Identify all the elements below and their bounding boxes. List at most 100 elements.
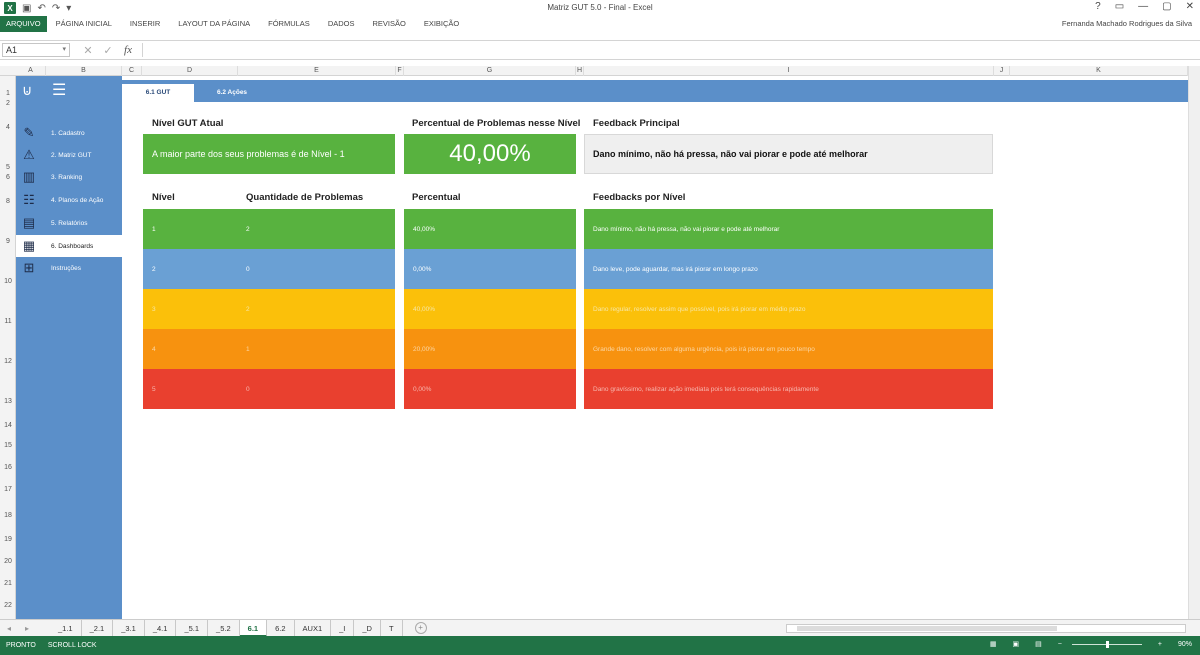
sidebar-item-ranking[interactable]: ▥ 3. Ranking (16, 167, 122, 187)
sheet-tab[interactable]: _5.2 (208, 619, 240, 637)
tab-revisao[interactable]: REVISÃO (363, 16, 414, 32)
row-header-item[interactable]: 17 (0, 486, 16, 493)
normal-view-icon[interactable]: ▦ (990, 640, 997, 648)
sidebar-item-instrucoes[interactable]: ⊞ Instruções (16, 258, 122, 278)
scroll-thumb[interactable] (797, 626, 1057, 631)
cell-quantidade[interactable]: 0 (237, 249, 395, 289)
save-icon[interactable]: ▣ (22, 3, 31, 14)
column-header-j[interactable]: J (994, 66, 1010, 76)
row-header-item[interactable]: 12 (0, 358, 16, 365)
row-header-item[interactable]: 4 (0, 124, 16, 131)
sheet-tab[interactable]: _1.1 (50, 619, 82, 637)
sheet-tab[interactable]: _4.1 (145, 619, 177, 637)
row-header-item[interactable]: 15 (0, 442, 16, 449)
row-header-item[interactable]: 5 (0, 164, 16, 171)
row-header-item[interactable]: 14 (0, 422, 16, 429)
cell-feedback[interactable]: Dano mínimo, não há pressa, não vai pior… (584, 209, 993, 249)
zoom-in-icon[interactable]: + (1158, 641, 1162, 648)
row-header-item[interactable]: 13 (0, 398, 16, 405)
row-header-item[interactable]: 9 (0, 238, 16, 245)
row-header-item[interactable]: 6 (0, 174, 16, 181)
row-header-item[interactable]: 16 (0, 464, 16, 471)
tab-pagina-inicial[interactable]: PÁGINA INICIAL (47, 16, 121, 32)
enter-icon[interactable]: ✓ (98, 44, 118, 57)
tab-exibicao[interactable]: EXIBIÇÃO (415, 16, 468, 32)
insert-function-icon[interactable]: fx (118, 44, 138, 56)
tab-6-2-acoes[interactable]: 6.2 Ações (196, 84, 268, 102)
column-header-k[interactable]: K (1010, 66, 1188, 76)
sheet-tab[interactable]: _5.1 (176, 619, 209, 637)
tab-arquivo[interactable]: ARQUIVO (0, 16, 47, 32)
zoom-out-icon[interactable]: − (1058, 641, 1062, 648)
cell-quantidade[interactable]: 2 (237, 209, 395, 249)
row-header-item[interactable]: 10 (0, 278, 16, 285)
redo-icon[interactable]: ↷ (52, 3, 60, 14)
sheet-tab[interactable]: _2.1 (82, 619, 114, 637)
sheet-tab[interactable]: AUX1 (295, 619, 332, 637)
sidebar-item-matriz-gut[interactable]: ⚠ 2. Matriz GUT (16, 145, 122, 165)
sheet-tab[interactable]: 6.2 (267, 619, 295, 637)
cancel-icon[interactable]: ✕ (78, 44, 98, 57)
zoom-slider[interactable] (1071, 640, 1142, 648)
tab-dados[interactable]: DADOS (319, 16, 364, 32)
cell-percentual[interactable]: 40,00% (404, 289, 576, 329)
row-header-item[interactable]: 19 (0, 536, 16, 543)
user-name[interactable]: Fernanda Machado Rodrigues da Silva (1062, 19, 1192, 28)
minimize-button[interactable]: — (1138, 1, 1148, 12)
sheet-tab[interactable]: _I (331, 619, 355, 637)
undo-icon[interactable]: ↶ (37, 3, 45, 14)
cell-nivel[interactable]: 1 (143, 209, 237, 249)
cell-quantidade[interactable]: 1 (237, 329, 395, 369)
restore-button[interactable]: ▢ (1162, 1, 1171, 12)
cell-nivel[interactable]: 3 (143, 289, 237, 329)
formula-input[interactable] (142, 43, 1200, 57)
row-header-item[interactable]: 21 (0, 580, 16, 587)
cell-feedback[interactable]: Dano regular, resolver assim que possíve… (584, 289, 993, 329)
tab-6-1-gut[interactable]: 6.1 GUT (122, 84, 194, 102)
cell-nivel[interactable]: 2 (143, 249, 237, 289)
row-header-item[interactable]: 20 (0, 558, 16, 565)
tab-formulas[interactable]: FÓRMULAS (259, 16, 319, 32)
sheet-tab[interactable]: _3.1 (113, 619, 145, 637)
column-header-b[interactable]: B (46, 66, 122, 76)
close-button[interactable]: ✕ (1186, 1, 1194, 12)
add-sheet-icon[interactable]: + (414, 622, 427, 634)
cell-feedback[interactable]: Dano leve, pode aguardar, mas irá piorar… (584, 249, 993, 289)
column-header-e[interactable]: E (238, 66, 396, 76)
row-header-item[interactable]: 11 (0, 318, 16, 325)
hamburger-menu-icon[interactable]: ☰ (52, 80, 66, 100)
zoom-level[interactable]: 90% (1178, 641, 1192, 648)
column-header-d[interactable]: D (142, 66, 238, 76)
column-header-h[interactable]: H (576, 66, 584, 76)
name-box[interactable]: A1 (2, 43, 70, 57)
vertical-scrollbar[interactable] (1188, 66, 1200, 619)
sheet-tab[interactable]: T (381, 619, 403, 637)
cell-nivel[interactable]: 5 (143, 369, 237, 409)
tab-inserir[interactable]: INSERIR (121, 16, 169, 32)
row-header-item[interactable]: 22 (0, 602, 16, 609)
row-header-item[interactable]: 8 (0, 198, 16, 205)
column-header-i[interactable]: I (584, 66, 994, 76)
column-header-c[interactable]: C (122, 66, 142, 76)
cell-percentual[interactable]: 0,00% (404, 249, 576, 289)
column-header-a[interactable]: A (16, 66, 46, 76)
column-header-g[interactable]: G (404, 66, 576, 76)
horizontal-scrollbar[interactable] (786, 624, 1186, 633)
row-header-item[interactable]: 1 (0, 90, 16, 97)
cell-quantidade[interactable]: 2 (237, 289, 395, 329)
cell-percentual[interactable]: 20,00% (404, 329, 576, 369)
sidebar-item-dashboards[interactable]: ▦ 6. Dashboards (16, 235, 122, 257)
sheet-tab[interactable]: _D (354, 619, 381, 637)
ribbon-display-button[interactable]: ▭ (1115, 1, 1124, 12)
cell-percentual[interactable]: 40,00% (404, 209, 576, 249)
column-header-f[interactable]: F (396, 66, 404, 76)
help-button[interactable]: ? (1095, 1, 1101, 12)
cell-quantidade[interactable]: 0 (237, 369, 395, 409)
worksheet[interactable]: ⊍ ☰ ✎ 1. Cadastro ⚠ 2. Matriz GUT ▥ 3. R… (16, 76, 1188, 619)
page-layout-icon[interactable]: ▣ (1013, 640, 1020, 648)
page-break-icon[interactable]: ▤ (1035, 640, 1042, 648)
cell-nivel[interactable]: 4 (143, 329, 237, 369)
sheet-prev-icon[interactable]: ◂ (0, 624, 18, 633)
sheet-next-icon[interactable]: ▸ (18, 624, 36, 633)
cell-percentual[interactable]: 0,00% (404, 369, 576, 409)
